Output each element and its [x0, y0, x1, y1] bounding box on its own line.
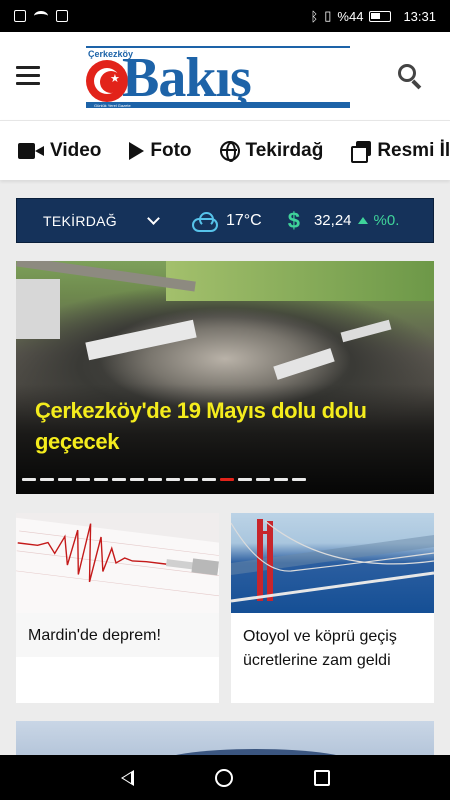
- slider-dot[interactable]: [148, 478, 162, 481]
- recent-apps-icon[interactable]: [313, 769, 330, 786]
- card-title: Mardin'de deprem!: [16, 613, 219, 657]
- search-icon[interactable]: [398, 64, 424, 90]
- status-left: [14, 10, 68, 22]
- slider-dot[interactable]: [94, 478, 108, 481]
- slider-dots: [22, 478, 306, 481]
- category-video[interactable]: Video: [18, 140, 101, 162]
- slider-dot[interactable]: [238, 478, 252, 481]
- slider-dot[interactable]: [292, 478, 306, 481]
- category-foto[interactable]: Foto: [129, 139, 192, 162]
- home-icon[interactable]: [214, 768, 233, 787]
- slider-dot[interactable]: [202, 478, 216, 481]
- logo-text: Bakış: [122, 47, 252, 109]
- slider-dot[interactable]: [22, 478, 36, 481]
- menu-icon[interactable]: [16, 66, 40, 86]
- status-bar: ᛒ ▯ %44 13:31: [0, 0, 450, 32]
- slider-dot[interactable]: [130, 478, 144, 481]
- info-bar: TEKİRDAĞ 17°C $ 32,24 %0.: [16, 198, 434, 243]
- nfc-icon: [56, 10, 68, 22]
- slider-dot[interactable]: [40, 478, 54, 481]
- hero-title[interactable]: Çerkezköy'de 19 Mayıs dolu dolu geçecek: [35, 395, 425, 457]
- earthquake-image: [16, 513, 219, 613]
- system-nav-bar: [0, 755, 450, 800]
- category-label: Video: [50, 139, 102, 161]
- sim-icon: [14, 10, 26, 22]
- status-right: ᛒ ▯ %44 13:31: [310, 8, 436, 24]
- slider-dot[interactable]: [76, 478, 90, 481]
- logo-tagline: Günlük Yerel Gazete: [94, 103, 131, 108]
- back-icon[interactable]: [120, 769, 134, 786]
- wifi-icon: [34, 11, 48, 21]
- temperature: 17°C: [225, 211, 262, 229]
- currency-rate: 32,24: [313, 212, 352, 229]
- slider-dot[interactable]: [112, 478, 126, 481]
- globe-icon: [219, 140, 240, 162]
- currency-change: %0.: [373, 212, 400, 229]
- copy-icon: [351, 140, 372, 163]
- slider-dot[interactable]: [166, 478, 180, 481]
- battery-icon: [369, 10, 392, 22]
- arrow-up-icon: [357, 217, 368, 224]
- slider-dot[interactable]: [184, 478, 198, 481]
- clock: 13:31: [403, 8, 436, 24]
- logo[interactable]: Çerkezköy ★ Bakış Günlük Yerel Gazete: [86, 44, 350, 108]
- app-header: Çerkezköy ★ Bakış Günlük Yerel Gazete: [0, 32, 450, 120]
- slider-dot[interactable]: [256, 478, 270, 481]
- bluetooth-icon: ᛒ: [310, 8, 319, 24]
- category-label: Resmi İl: [377, 139, 450, 161]
- bridge-image: [231, 513, 434, 613]
- category-label: Tekirdağ: [245, 139, 324, 161]
- play-icon: [129, 141, 145, 160]
- slider-dot[interactable]: [274, 478, 288, 481]
- city-label: TEKİRDAĞ: [43, 212, 117, 229]
- vibrate-icon: ▯: [324, 8, 332, 23]
- video-icon: [18, 142, 44, 159]
- slider-dot[interactable]: [58, 478, 72, 481]
- category-nav: Video Foto Tekirdağ Resmi İl: [0, 120, 450, 180]
- category-tekirdag[interactable]: Tekirdağ: [219, 139, 324, 162]
- dollar-icon: $: [287, 207, 300, 233]
- cloud-icon: [191, 211, 218, 232]
- slider-dot[interactable]: [220, 478, 234, 481]
- chevron-down-icon[interactable]: [147, 211, 160, 225]
- signal-label: %44: [337, 8, 364, 24]
- hero-slider[interactable]: Çerkezköy'de 19 Mayıs dolu dolu geçecek: [16, 261, 434, 494]
- category-resmi-ilan[interactable]: Resmi İl: [351, 139, 450, 163]
- news-card[interactable]: Otoyol ve köprü geçiş ücretlerine zam ge…: [231, 513, 434, 703]
- news-card[interactable]: Mardin'de deprem!: [16, 513, 219, 703]
- card-title: Otoyol ve köprü geçiş ücretlerine zam ge…: [243, 628, 397, 669]
- category-label: Foto: [150, 139, 192, 161]
